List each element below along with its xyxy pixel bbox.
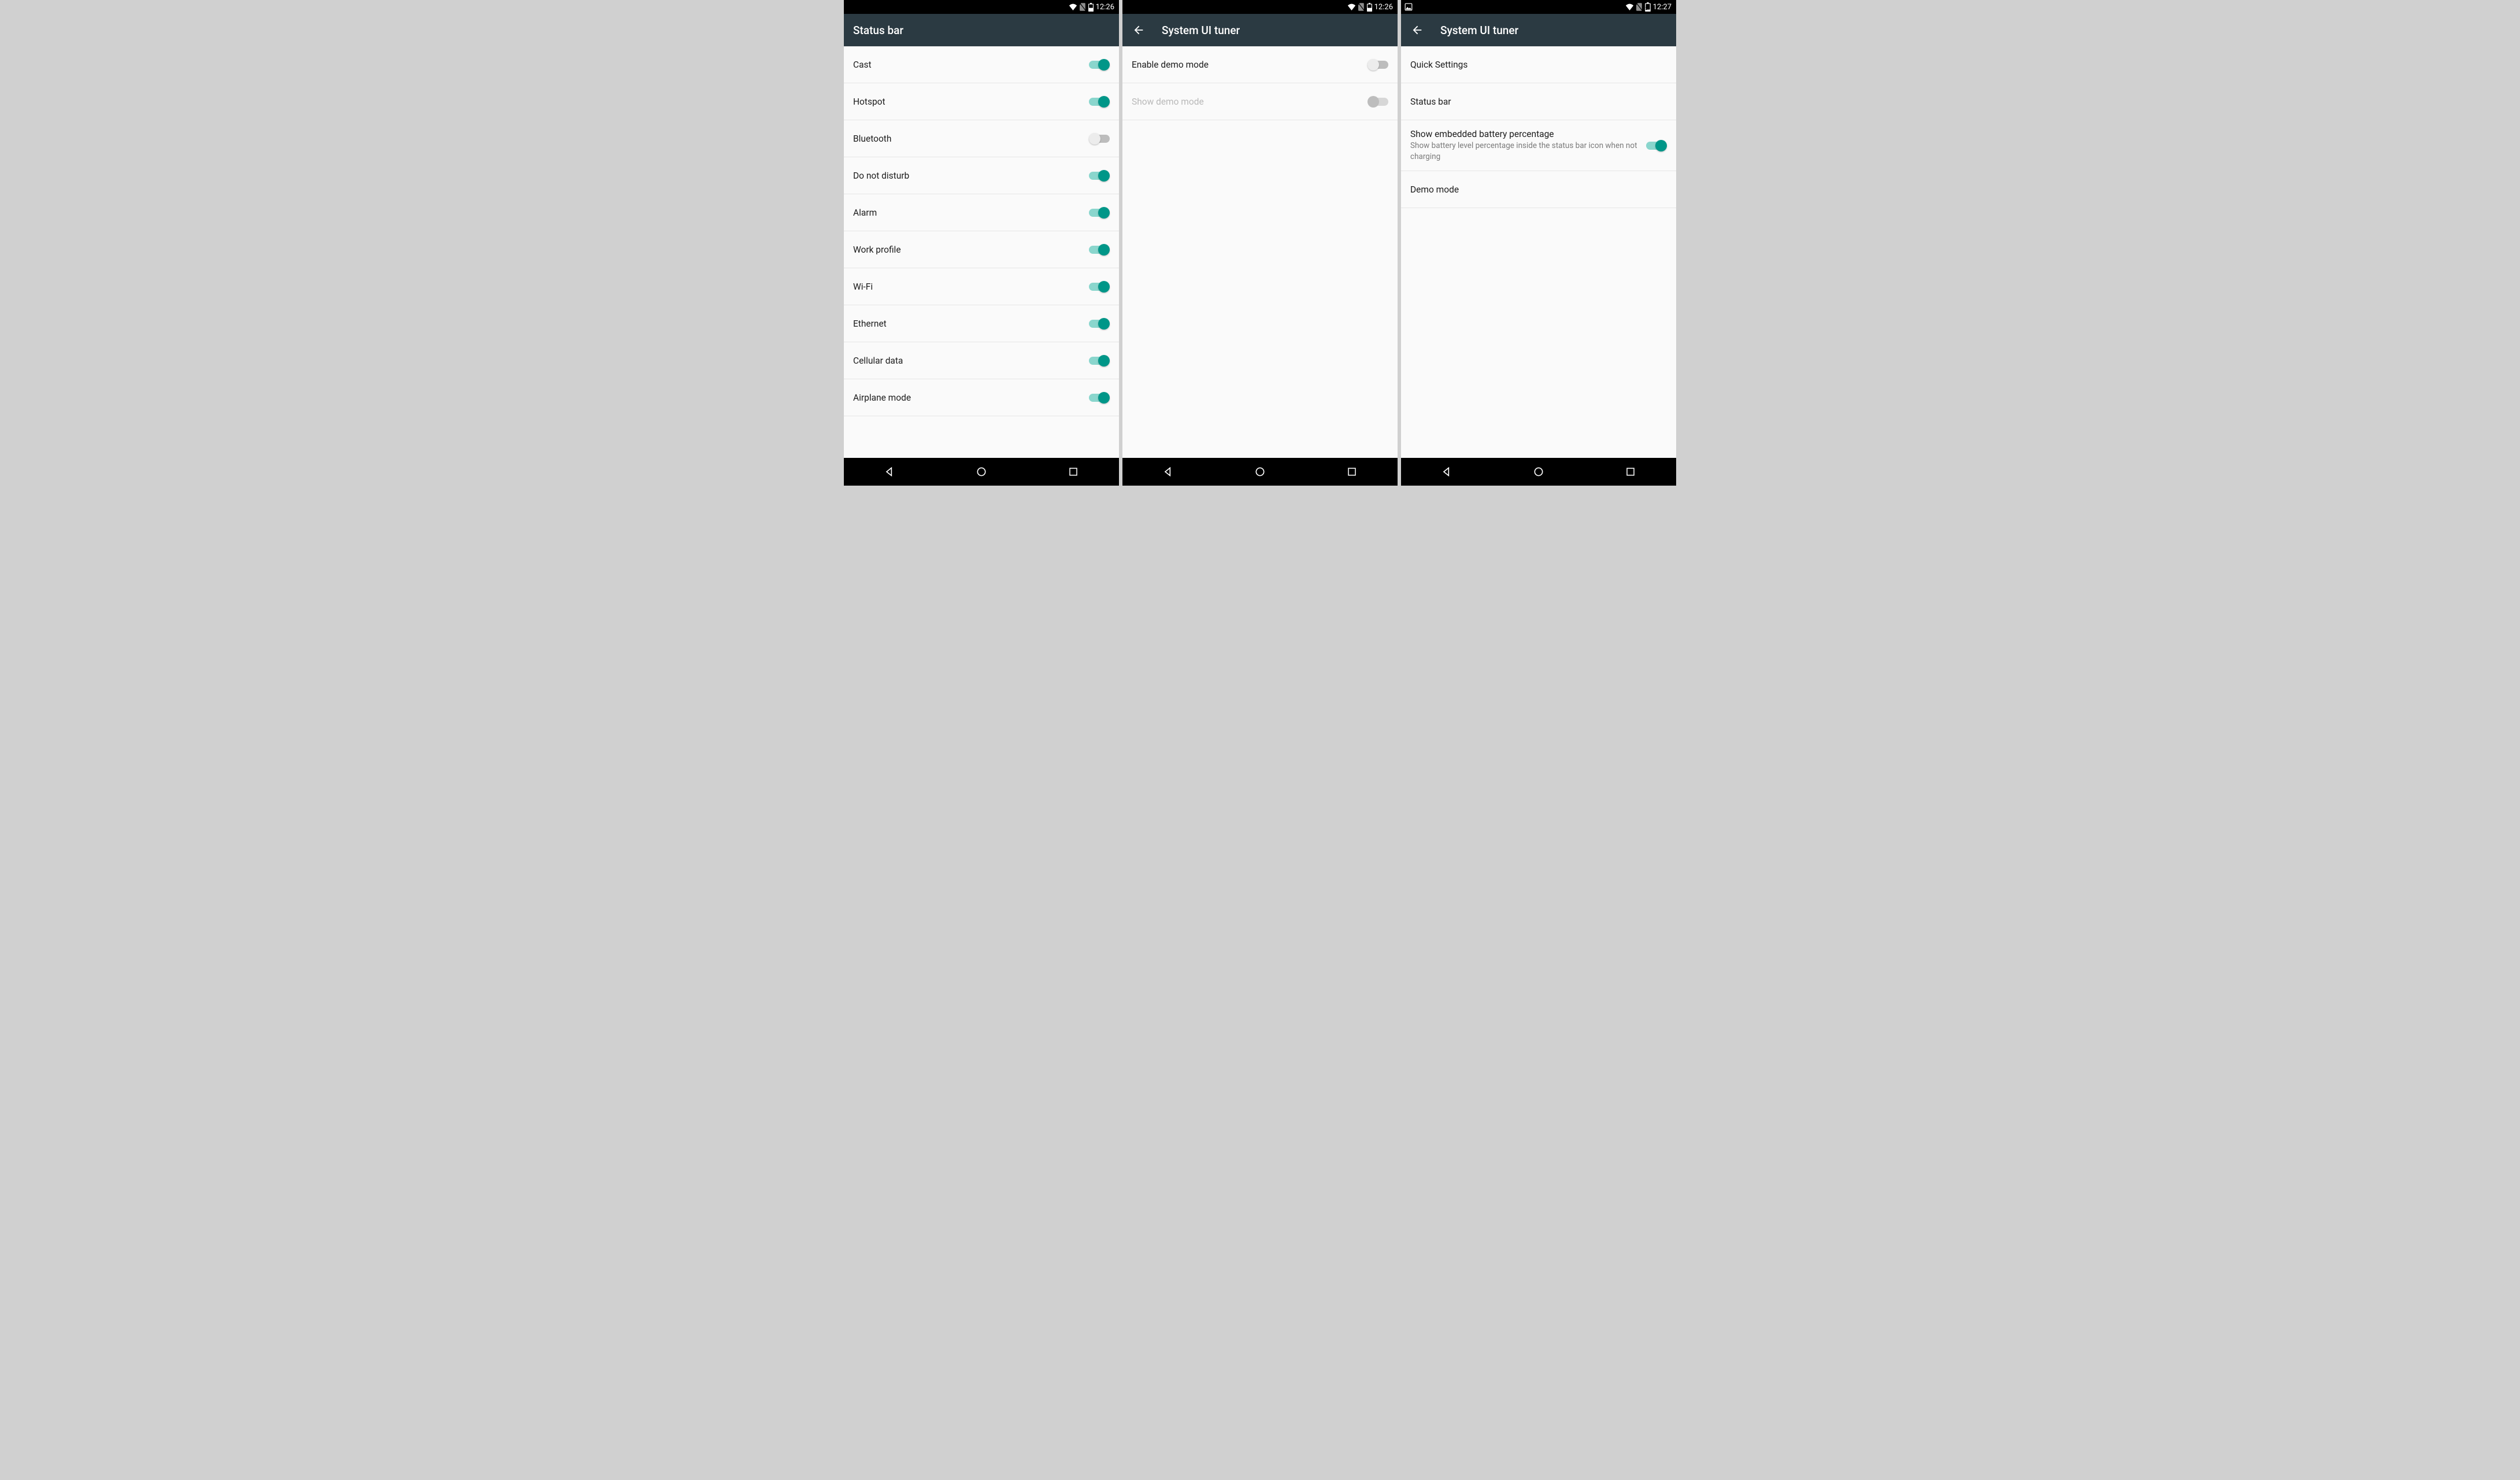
- screen-ui-tuner-main: 21 12:27 System UI tuner Quick Settings …: [1401, 0, 1676, 486]
- row-label: Alarm: [853, 208, 1082, 218]
- row-label: Do not disturb: [853, 171, 1082, 181]
- switch-cast[interactable]: [1089, 59, 1110, 71]
- app-bar: Status bar: [844, 14, 1119, 46]
- app-bar-title: System UI tuner: [1162, 24, 1240, 37]
- row-hotspot[interactable]: Hotspot: [844, 83, 1119, 120]
- status-bar-system: 12:26: [1122, 0, 1398, 14]
- no-sim-icon: [1358, 3, 1365, 11]
- row-wifi[interactable]: Wi-Fi: [844, 268, 1119, 305]
- battery-icon: [1088, 3, 1094, 12]
- row-alarm[interactable]: Alarm: [844, 194, 1119, 231]
- row-label: Show embedded battery percentage: [1410, 129, 1639, 139]
- switch-alarm[interactable]: [1089, 207, 1110, 219]
- row-status-bar[interactable]: Status bar: [1401, 83, 1676, 120]
- wifi-icon: [1069, 3, 1077, 10]
- row-cast[interactable]: Cast: [844, 46, 1119, 83]
- wifi-icon: [1347, 3, 1356, 10]
- nav-recents-button[interactable]: [1343, 462, 1361, 481]
- row-label: Airplane mode: [853, 393, 1082, 403]
- settings-list[interactable]: Enable demo mode Show demo mode: [1122, 46, 1398, 458]
- switch-hotspot[interactable]: [1089, 96, 1110, 108]
- screen-demo-mode: 12:26 System UI tuner Enable demo mode S…: [1122, 0, 1398, 486]
- status-bar-system: 12:26: [844, 0, 1119, 14]
- row-show-demo-mode: Show demo mode: [1122, 83, 1398, 120]
- row-label: Status bar: [1410, 97, 1660, 107]
- row-label: Quick Settings: [1410, 60, 1660, 70]
- clock-text: 12:27: [1653, 3, 1672, 12]
- back-button[interactable]: [1410, 23, 1424, 37]
- row-label: Bluetooth: [853, 134, 1082, 144]
- battery-icon: [1367, 3, 1372, 12]
- navigation-bar: [844, 458, 1119, 486]
- row-label: Show demo mode: [1132, 97, 1361, 107]
- switch-enable-demo-mode[interactable]: [1368, 59, 1388, 71]
- image-notification-icon: [1404, 3, 1413, 11]
- nav-back-button[interactable]: [1437, 462, 1456, 481]
- row-label: Work profile: [853, 245, 1082, 255]
- row-embedded-battery-pct[interactable]: Show embedded battery percentage Show ba…: [1401, 120, 1676, 171]
- row-label: Enable demo mode: [1132, 60, 1361, 70]
- app-bar-title: Status bar: [853, 24, 903, 37]
- app-bar: System UI tuner: [1401, 14, 1676, 46]
- row-airplane-mode[interactable]: Airplane mode: [844, 379, 1119, 416]
- switch-ethernet[interactable]: [1089, 318, 1110, 330]
- row-demo-mode[interactable]: Demo mode: [1401, 171, 1676, 208]
- navigation-bar: [1122, 458, 1398, 486]
- row-label: Cast: [853, 60, 1082, 70]
- switch-show-demo-mode: [1368, 96, 1388, 108]
- switch-wifi[interactable]: [1089, 281, 1110, 293]
- row-work-profile[interactable]: Work profile: [844, 231, 1119, 268]
- switch-work-profile[interactable]: [1089, 244, 1110, 256]
- nav-home-button[interactable]: [1529, 462, 1548, 481]
- back-button[interactable]: [1132, 23, 1146, 37]
- row-bluetooth[interactable]: Bluetooth: [844, 120, 1119, 157]
- settings-list[interactable]: Cast Hotspot Bluetooth Do not disturb Al…: [844, 46, 1119, 458]
- switch-dnd[interactable]: [1089, 170, 1110, 182]
- switch-bluetooth[interactable]: [1089, 133, 1110, 145]
- nav-home-button[interactable]: [972, 462, 991, 481]
- wifi-icon: [1625, 3, 1634, 10]
- row-quick-settings[interactable]: Quick Settings: [1401, 46, 1676, 83]
- nav-back-button[interactable]: [1159, 462, 1177, 481]
- switch-embedded-battery-pct[interactable]: [1646, 140, 1667, 151]
- row-enable-demo-mode[interactable]: Enable demo mode: [1122, 46, 1398, 83]
- battery-pct-icon: 21: [1645, 2, 1651, 12]
- row-dnd[interactable]: Do not disturb: [844, 157, 1119, 194]
- no-sim-icon: [1080, 3, 1086, 11]
- row-label: Wi-Fi: [853, 282, 1082, 292]
- row-cellular-data[interactable]: Cellular data: [844, 342, 1119, 379]
- nav-recents-button[interactable]: [1621, 462, 1640, 481]
- app-bar-title: System UI tuner: [1440, 24, 1518, 37]
- clock-text: 12:26: [1374, 3, 1393, 12]
- switch-cellular-data[interactable]: [1089, 355, 1110, 367]
- nav-back-button[interactable]: [880, 462, 899, 481]
- navigation-bar: [1401, 458, 1676, 486]
- clock-text: 12:26: [1096, 3, 1114, 12]
- nav-home-button[interactable]: [1251, 462, 1269, 481]
- row-ethernet[interactable]: Ethernet: [844, 305, 1119, 342]
- switch-airplane-mode[interactable]: [1089, 392, 1110, 404]
- no-sim-icon: [1636, 3, 1643, 11]
- row-sublabel: Show battery level percentage inside the…: [1410, 140, 1639, 161]
- row-label: Cellular data: [853, 356, 1082, 366]
- row-label: Demo mode: [1410, 184, 1660, 195]
- screen-status-bar: 12:26 Status bar Cast Hotspot Bluetooth …: [844, 0, 1119, 486]
- status-bar-system: 21 12:27: [1401, 0, 1676, 14]
- row-label: Ethernet: [853, 319, 1082, 329]
- row-label: Hotspot: [853, 97, 1082, 107]
- settings-list[interactable]: Quick Settings Status bar Show embedded …: [1401, 46, 1676, 458]
- nav-recents-button[interactable]: [1064, 462, 1083, 481]
- battery-pct-text: 21: [1645, 6, 1651, 11]
- app-bar: System UI tuner: [1122, 14, 1398, 46]
